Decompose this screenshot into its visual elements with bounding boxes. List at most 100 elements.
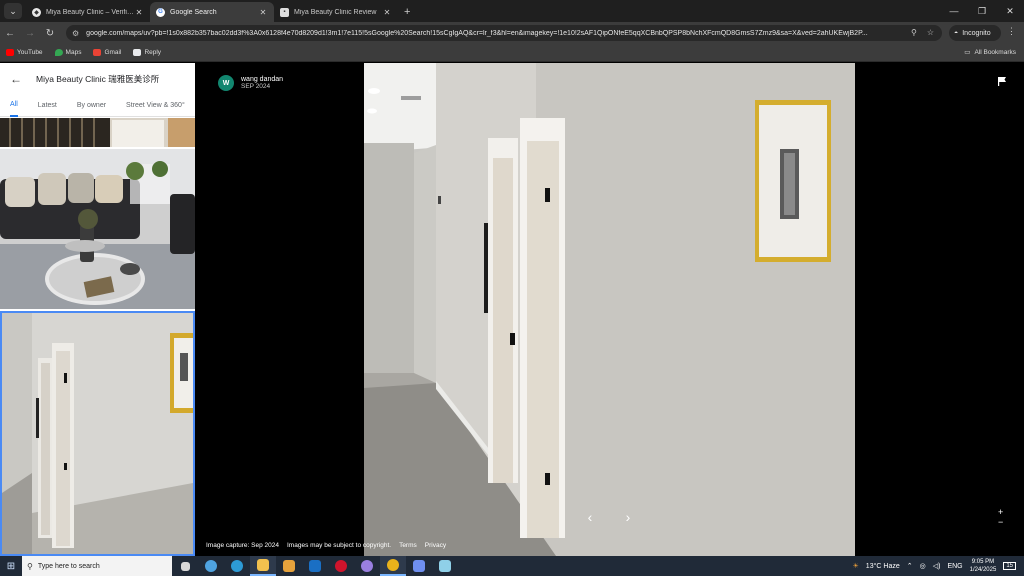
tab-street-view[interactable]: Street View & 360° <box>126 95 185 117</box>
all-bookmarks-label: All Bookmarks <box>974 48 1016 56</box>
windows-taskbar: ⊞ ⚲ Type here to search ☀ 13°C Haze ⌃ ◎ … <box>0 556 1024 576</box>
bookmark-reply[interactable]: Reply <box>133 49 161 56</box>
url-text[interactable]: google.com/maps/uv?pb=!1s0x882b357bac02d… <box>86 30 906 37</box>
volume-icon[interactable]: ◁) <box>933 562 941 570</box>
weather-text[interactable]: 13°C Haze <box>866 563 900 570</box>
site-info-icon[interactable]: ⚙ <box>72 29 79 38</box>
window-controls: — ❐ ✕ <box>940 0 1024 22</box>
search-placeholder: Type here to search <box>37 562 100 570</box>
bookmark-star-icon[interactable]: ☆ <box>927 28 934 37</box>
bookmark-label: YouTube <box>17 49 43 56</box>
copilot-icon[interactable] <box>198 556 224 576</box>
privacy-link[interactable]: Privacy <box>425 542 446 549</box>
weather-icon[interactable]: ☀ <box>853 562 859 570</box>
chrome-icon[interactable] <box>380 556 406 576</box>
clock-time: 9:05 PM <box>971 559 995 565</box>
clock[interactable]: 9:05 PM 1/24/2025 <box>970 558 997 574</box>
tab-all[interactable]: All <box>10 95 18 117</box>
photo-author[interactable]: W wang dandan SEP 2024 <box>218 75 283 91</box>
tab-review[interactable]: ▪ Miya Beauty Clinic Review ✕ <box>274 2 398 22</box>
toolbar: ← → ↻ ⚙ google.com/maps/uv?pb=!1s0x882b3… <box>0 22 1024 44</box>
incognito-label: Incognito <box>962 29 991 37</box>
photos-panel: ← Miya Beauty Clinic 瑞雅医美诊所 All Latest B… <box>0 63 195 556</box>
menu-icon[interactable]: ⋮ <box>1007 26 1016 37</box>
reload-icon[interactable]: ↻ <box>40 28 60 39</box>
shield-icon: ◆ <box>32 7 41 17</box>
photo-filter-tabs: All Latest By owner Street View & 360° <box>0 95 195 117</box>
store-icon[interactable] <box>276 556 302 576</box>
clock-date: 1/24/2025 <box>969 567 997 573</box>
tab-by-owner[interactable]: By owner <box>77 95 106 117</box>
back-icon[interactable]: ← <box>0 28 20 39</box>
notepad-icon[interactable] <box>432 556 458 576</box>
tab-search-button[interactable]: ⌄ <box>4 3 22 19</box>
incognito-indicator[interactable]: ◓ Incognito <box>949 25 1001 41</box>
zoom-in-icon[interactable]: + <box>998 507 1003 517</box>
photo-thumbnail[interactable] <box>0 149 195 309</box>
photo-thumbnail-selected[interactable] <box>0 311 195 556</box>
forward-icon[interactable]: → <box>20 28 40 39</box>
task-view-icon[interactable] <box>172 556 198 576</box>
tab-title: Miya Beauty Clinic Review <box>294 8 377 16</box>
taskbar-search[interactable]: ⚲ Type here to search <box>22 556 172 576</box>
page-icon: ▪ <box>280 7 289 17</box>
file-explorer-icon[interactable] <box>250 556 276 576</box>
maps-icon <box>54 49 63 56</box>
start-icon[interactable]: ⊞ <box>0 561 22 572</box>
bookmark-label: Gmail <box>104 49 122 56</box>
bookmark-maps[interactable]: Maps <box>54 49 81 56</box>
author-date: SEP 2024 <box>241 83 271 90</box>
hallway-photo <box>196 63 1024 556</box>
viewer-footer: Image capture: Sep 2024 Images may be su… <box>206 542 446 549</box>
gmail-icon <box>93 49 102 56</box>
bookmark-gmail[interactable]: Gmail <box>93 49 121 56</box>
close-icon[interactable]: ✕ <box>258 8 268 17</box>
edge-icon[interactable] <box>224 556 250 576</box>
bookmark-label: Reply <box>144 49 162 56</box>
tab-strip: ⌄ ◆ Miya Beauty Clinic – Verified Cu ✕ G… <box>0 0 1024 22</box>
zoom-out-icon[interactable]: − <box>998 517 1003 527</box>
youtube-icon <box>6 49 14 56</box>
all-bookmarks[interactable]: ▭ All Bookmarks <box>964 48 1016 57</box>
close-window-icon[interactable]: ✕ <box>996 6 1024 17</box>
incognito-icon: ◓ <box>954 29 959 37</box>
tab-title: Miya Beauty Clinic – Verified Cu <box>46 8 134 16</box>
reply-icon <box>133 49 142 56</box>
terms-link[interactable]: Terms <box>399 542 417 549</box>
browser-window: ⌄ ◆ Miya Beauty Clinic – Verified Cu ✕ G… <box>0 0 1024 576</box>
minimize-icon[interactable]: — <box>940 6 968 16</box>
language-indicator[interactable]: ENG <box>947 563 962 570</box>
panel-header: ← Miya Beauty Clinic 瑞雅医美诊所 <box>0 63 195 95</box>
new-tab-button[interactable]: + <box>404 6 410 18</box>
photo-viewer[interactable]: W wang dandan SEP 2024 ‹ › + − Image cap… <box>196 63 1024 556</box>
avatar[interactable]: W <box>218 75 234 91</box>
network-icon[interactable]: ◎ <box>920 562 926 570</box>
chevron-up-icon[interactable]: ⌃ <box>907 562 913 570</box>
tab-google-search[interactable]: G Google Search ✕ <box>150 2 274 22</box>
outlook-icon[interactable] <box>302 556 328 576</box>
address-bar[interactable]: ⚙ google.com/maps/uv?pb=!1s0x882b357bac0… <box>66 25 942 41</box>
previous-photo-icon[interactable]: ‹ <box>582 509 598 525</box>
close-icon[interactable]: ✕ <box>382 8 392 17</box>
photo-thumbnail[interactable] <box>0 118 195 147</box>
notifications-icon[interactable]: 15 <box>1003 562 1016 570</box>
author-name[interactable]: wang dandan <box>241 76 283 83</box>
bookmark-youtube[interactable]: YouTube <box>6 49 43 56</box>
system-tray: ☀ 13°C Haze ⌃ ◎ ◁) ENG 9:05 PM 1/24/2025… <box>853 556 1024 576</box>
next-photo-icon[interactable]: › <box>620 509 636 525</box>
tab-latest[interactable]: Latest <box>38 95 57 117</box>
zoom-icon[interactable]: ⚲ <box>911 28 917 37</box>
restore-icon[interactable]: ❐ <box>968 6 996 17</box>
flag-icon[interactable] <box>997 76 1007 86</box>
copyright-notice: Images may be subject to copyright. <box>287 542 392 549</box>
zoom-controls: + − <box>998 507 1003 527</box>
opera-icon[interactable] <box>328 556 354 576</box>
folder-icon: ▭ <box>964 49 971 56</box>
tab-title: Google Search <box>170 8 217 16</box>
app-icon[interactable] <box>354 556 380 576</box>
close-icon[interactable]: ✕ <box>134 8 144 17</box>
vpn-icon[interactable] <box>406 556 432 576</box>
back-arrow-icon[interactable]: ← <box>10 72 22 86</box>
search-icon: ⚲ <box>27 561 33 571</box>
tab-verified[interactable]: ◆ Miya Beauty Clinic – Verified Cu ✕ <box>26 2 150 22</box>
